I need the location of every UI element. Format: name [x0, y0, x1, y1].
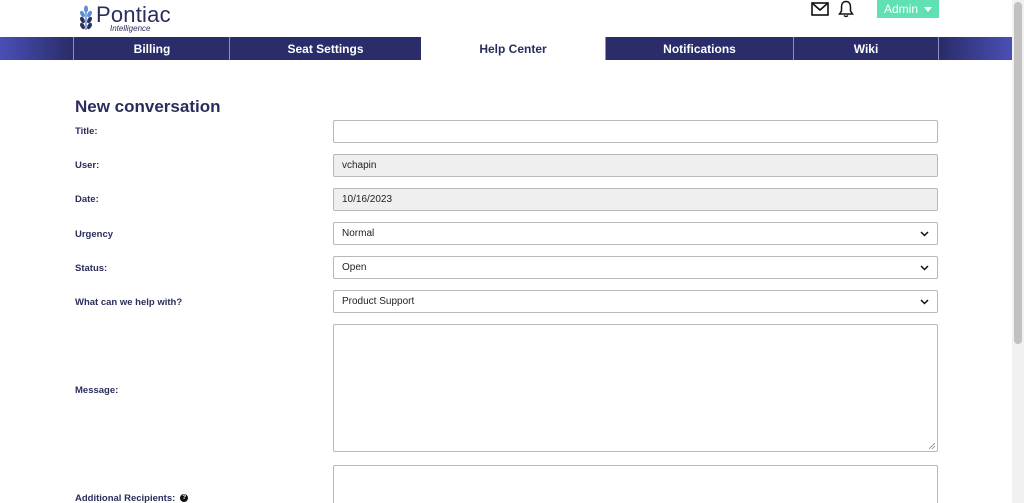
help-question-icon[interactable]: ? [180, 494, 189, 503]
page-title: New conversation [75, 97, 221, 116]
chevron-down-icon [920, 230, 929, 237]
bell-icon[interactable] [837, 0, 855, 18]
urgency-label: Urgency [75, 229, 114, 240]
urgency-select[interactable]: Normal [333, 222, 938, 245]
admin-label: Admin [883, 2, 918, 16]
tab-seat-settings[interactable]: Seat Settings [229, 37, 421, 60]
pontiac-logo[interactable]: Pontiac Intelligence [78, 3, 171, 33]
page-scrollbar[interactable] [1012, 0, 1024, 503]
status-label: Status: [75, 263, 108, 274]
status-value: Open [342, 262, 367, 273]
status-select[interactable]: Open [333, 256, 938, 279]
help-topic-select[interactable]: Product Support [333, 290, 938, 313]
tab-notifications[interactable]: Notifications [605, 37, 793, 60]
tab-help-center[interactable]: Help Center [421, 37, 605, 60]
brand-name: Pontiac [96, 1, 171, 27]
recipients-label: Additional Recipients:? [75, 493, 189, 503]
title-input[interactable] [333, 120, 938, 143]
chevron-down-icon [920, 264, 929, 271]
title-label: Title: [75, 126, 98, 137]
header: Pontiac Intelligence Admin [0, 0, 1012, 37]
date-field: 10/16/2023 [333, 188, 938, 211]
user-label: User: [75, 160, 100, 171]
tab-billing[interactable]: Billing [73, 37, 230, 60]
recipients-label-text: Additional Recipients: [75, 493, 176, 503]
brand-tagline: Intelligence [110, 23, 151, 33]
wheat-logo-icon [80, 5, 92, 30]
caret-down-icon [924, 6, 932, 12]
main-nav: Billing Seat Settings Help Center Notifi… [0, 37, 1012, 60]
user-field: vchapin [333, 154, 938, 177]
message-textarea[interactable] [333, 324, 938, 452]
date-label: Date: [75, 194, 99, 205]
scrollbar-thumb[interactable] [1014, 2, 1022, 344]
recipients-textarea[interactable] [333, 465, 938, 503]
chevron-down-icon [920, 298, 929, 305]
mail-icon[interactable] [811, 2, 829, 16]
urgency-value: Normal [342, 228, 375, 239]
help-topic-value: Product Support [342, 296, 415, 307]
tab-wiki[interactable]: Wiki [793, 37, 939, 60]
help-topic-label: What can we help with? [75, 297, 183, 308]
admin-dropdown-button[interactable]: Admin [877, 0, 939, 18]
resize-handle-icon[interactable] [929, 443, 935, 449]
message-label: Message: [75, 385, 119, 396]
